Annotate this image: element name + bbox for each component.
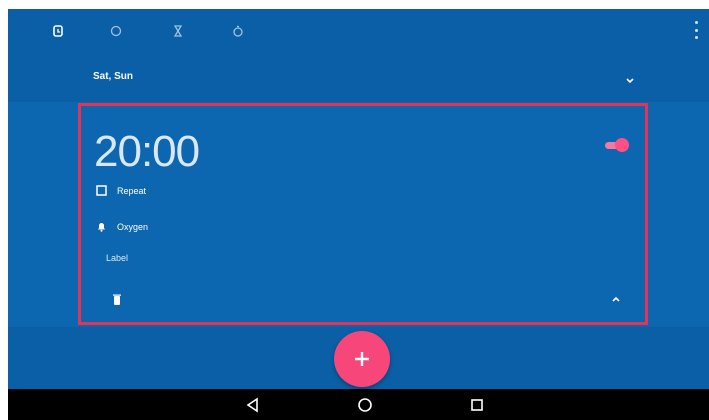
checkbox-icon[interactable] — [96, 185, 107, 196]
tab-clock[interactable] — [104, 19, 128, 43]
back-icon — [246, 397, 258, 413]
alarm-toggle[interactable] — [605, 138, 629, 152]
clock-icon — [110, 25, 122, 37]
tab-alarm[interactable] — [46, 19, 70, 43]
stopwatch-icon — [233, 25, 243, 37]
system-nav-bar — [8, 389, 709, 420]
home-icon — [358, 398, 372, 412]
alarm-time[interactable]: 20:00 — [94, 127, 200, 177]
tab-stopwatch[interactable] — [226, 19, 250, 43]
repeat-label: Repeat — [117, 185, 147, 196]
tab-timer[interactable] — [166, 19, 190, 43]
recents-icon — [471, 399, 483, 411]
alarm-label-field[interactable]: Label — [106, 253, 128, 263]
nav-back-button[interactable] — [242, 395, 264, 415]
tab-bar — [8, 9, 709, 49]
ringtone-option[interactable]: Oxygen — [96, 221, 148, 232]
delete-icon[interactable] — [112, 293, 122, 306]
bell-icon — [98, 223, 105, 232]
alarm-icon — [53, 25, 63, 37]
plus-icon — [355, 352, 369, 366]
nav-home-button[interactable] — [354, 395, 376, 415]
chevron-down-icon[interactable] — [625, 75, 635, 85]
nav-recents-button[interactable] — [466, 395, 488, 415]
repeat-option[interactable]: Repeat — [96, 185, 146, 196]
clock-app-screen: Sat, Sun 20:00 Repeat Oxygen Label — [8, 9, 709, 420]
alarm-days: Sat, Sun — [93, 71, 134, 82]
add-alarm-button[interactable] — [334, 331, 390, 387]
chevron-up-icon[interactable] — [611, 295, 621, 303]
timer-icon — [173, 25, 183, 37]
overflow-menu-icon[interactable] — [689, 21, 703, 39]
collapsed-alarm[interactable]: Sat, Sun — [8, 49, 709, 99]
ringtone-label: Oxygen — [117, 221, 149, 232]
